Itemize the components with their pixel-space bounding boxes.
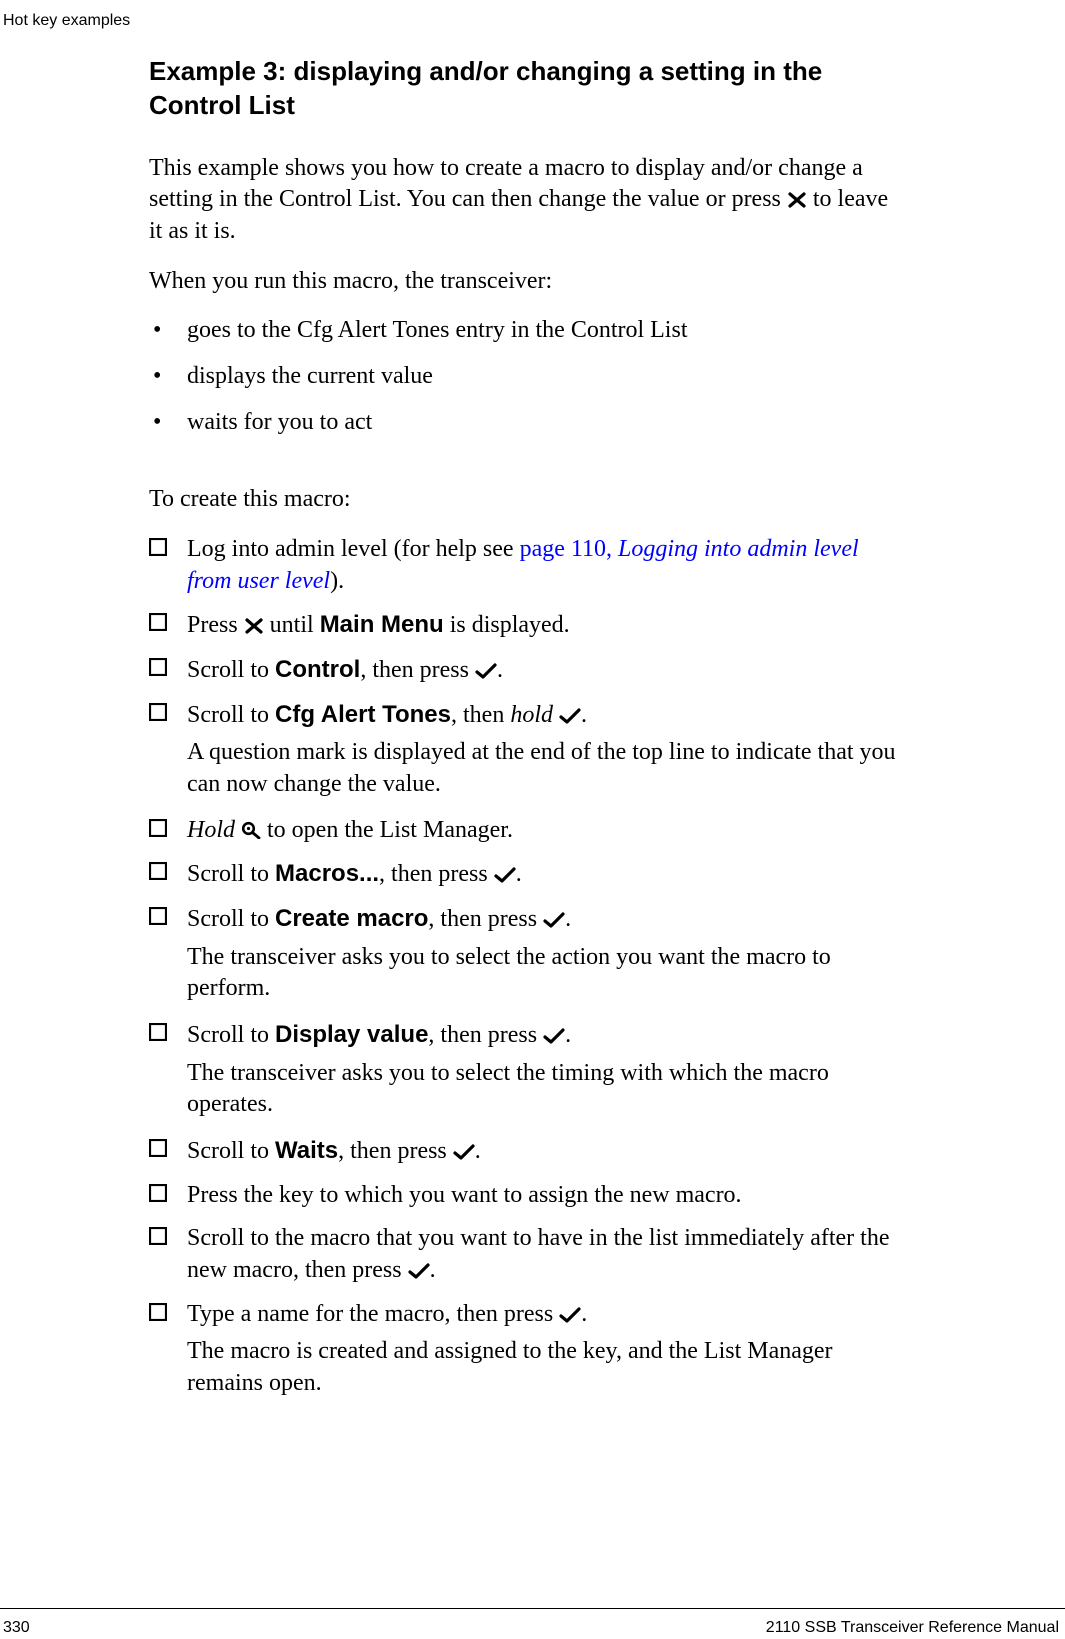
step-item: Scroll to Create macro, then press . The… — [149, 903, 905, 1005]
page-number: 330 — [3, 1617, 30, 1638]
step-item: Press until Main Menu is displayed. — [149, 609, 905, 642]
text: . — [581, 702, 587, 728]
text: This example shows you how to create a m… — [149, 155, 863, 213]
checkbox-icon — [149, 1139, 167, 1157]
list-item: goes to the Cfg Alert Tones entry in the… — [149, 315, 905, 347]
running-header: Hot key examples — [3, 10, 130, 31]
text: . — [475, 1138, 481, 1164]
intro-paragraph-2: When you run this macro, the transceiver… — [149, 266, 905, 298]
step-item: Log into admin level (for help see page … — [149, 534, 905, 597]
text: , then press — [338, 1138, 453, 1164]
text: , then press — [360, 657, 475, 683]
checkbox-icon — [149, 819, 167, 837]
check-icon — [559, 1307, 581, 1323]
text: . — [516, 861, 522, 887]
text: Type a name for the macro, then press — [187, 1301, 559, 1327]
text: to open the List Manager. — [261, 817, 513, 843]
text: , then press — [428, 1022, 543, 1048]
bullet-list: goes to the Cfg Alert Tones entry in the… — [149, 315, 905, 438]
checkbox-icon — [149, 613, 167, 631]
check-icon — [453, 1144, 475, 1160]
x-icon — [787, 192, 807, 208]
section-title: Example 3: displaying and/or changing a … — [149, 54, 905, 123]
text: . — [497, 657, 503, 683]
menu-name: Create macro — [275, 905, 428, 932]
check-icon — [559, 708, 581, 724]
menu-name: Control — [275, 656, 360, 683]
text: until — [264, 612, 320, 638]
text: , then press — [428, 906, 543, 932]
check-icon — [543, 1028, 565, 1044]
document-title: 2110 SSB Transceiver Reference Manual — [766, 1617, 1059, 1638]
checkbox-icon — [149, 703, 167, 721]
step-item: Hold to open the List Manager. — [149, 815, 905, 847]
list-item: displays the current value — [149, 361, 905, 393]
page: Hot key examples Example 3: displaying a… — [0, 0, 1065, 1639]
check-icon — [475, 663, 497, 679]
page-content: Example 3: displaying and/or changing a … — [149, 54, 905, 1414]
checkbox-icon — [149, 907, 167, 925]
step-subtext: The transceiver asks you to select the t… — [187, 1058, 905, 1121]
text: Scroll to the macro that you want to hav… — [187, 1225, 889, 1283]
check-icon — [408, 1263, 430, 1279]
x-icon — [244, 618, 264, 634]
list-item: waits for you to act — [149, 407, 905, 439]
menu-name: Main Menu — [320, 611, 444, 638]
text: ). — [330, 568, 344, 594]
text: Scroll to — [187, 657, 275, 683]
checklist: Log into admin level (for help see page … — [149, 534, 905, 1400]
page-footer: 330 2110 SSB Transceiver Reference Manua… — [0, 1608, 1065, 1615]
checkbox-icon — [149, 1184, 167, 1202]
checkbox-icon — [149, 1227, 167, 1245]
checkbox-icon — [149, 1303, 167, 1321]
step-item: Scroll to Display value, then press . Th… — [149, 1019, 905, 1121]
menu-name: Waits — [275, 1137, 338, 1164]
text: . — [581, 1301, 587, 1327]
text: Scroll to — [187, 1138, 275, 1164]
text: Scroll to — [187, 702, 275, 728]
text: , then — [451, 702, 510, 728]
step-item: Scroll to the macro that you want to hav… — [149, 1223, 905, 1286]
text-italic: hold — [510, 702, 553, 728]
text: . — [565, 906, 571, 932]
text: Press the key to which you want to assig… — [187, 1182, 742, 1208]
checkbox-icon — [149, 1023, 167, 1041]
text: Scroll to — [187, 906, 275, 932]
step-item: Scroll to Macros..., then press . — [149, 858, 905, 891]
step-item: Scroll to Waits, then press . — [149, 1135, 905, 1168]
step-item: Scroll to Cfg Alert Tones, then hold . A… — [149, 699, 905, 801]
checkbox-icon — [149, 538, 167, 556]
check-icon — [494, 867, 516, 883]
menu-name: Macros... — [275, 860, 379, 887]
text-italic: Hold — [187, 817, 235, 843]
step-item: Type a name for the macro, then press . … — [149, 1299, 905, 1400]
intro-paragraph-1: This example shows you how to create a m… — [149, 153, 905, 248]
find-icon — [241, 821, 261, 839]
step-subtext: The transceiver asks you to select the a… — [187, 942, 905, 1005]
text: . — [430, 1257, 436, 1283]
menu-name: Display value — [275, 1021, 428, 1048]
check-icon — [543, 912, 565, 928]
checkbox-icon — [149, 658, 167, 676]
text: , then press — [379, 861, 494, 887]
text: . — [565, 1022, 571, 1048]
page-link[interactable]: page 110, — [520, 536, 618, 562]
checkbox-icon — [149, 862, 167, 880]
step-subtext: The macro is created and assigned to the… — [187, 1336, 905, 1399]
text: is displayed. — [444, 612, 570, 638]
text: Log into admin level (for help see — [187, 536, 520, 562]
text: Scroll to — [187, 861, 275, 887]
step-item: Scroll to Control, then press . — [149, 654, 905, 687]
menu-name: Cfg Alert Tones — [275, 701, 451, 728]
text: Scroll to — [187, 1022, 275, 1048]
text: Press — [187, 612, 244, 638]
lead-paragraph: To create this macro: — [149, 484, 905, 516]
step-item: Press the key to which you want to assig… — [149, 1180, 905, 1212]
step-subtext: A question mark is displayed at the end … — [187, 737, 905, 800]
